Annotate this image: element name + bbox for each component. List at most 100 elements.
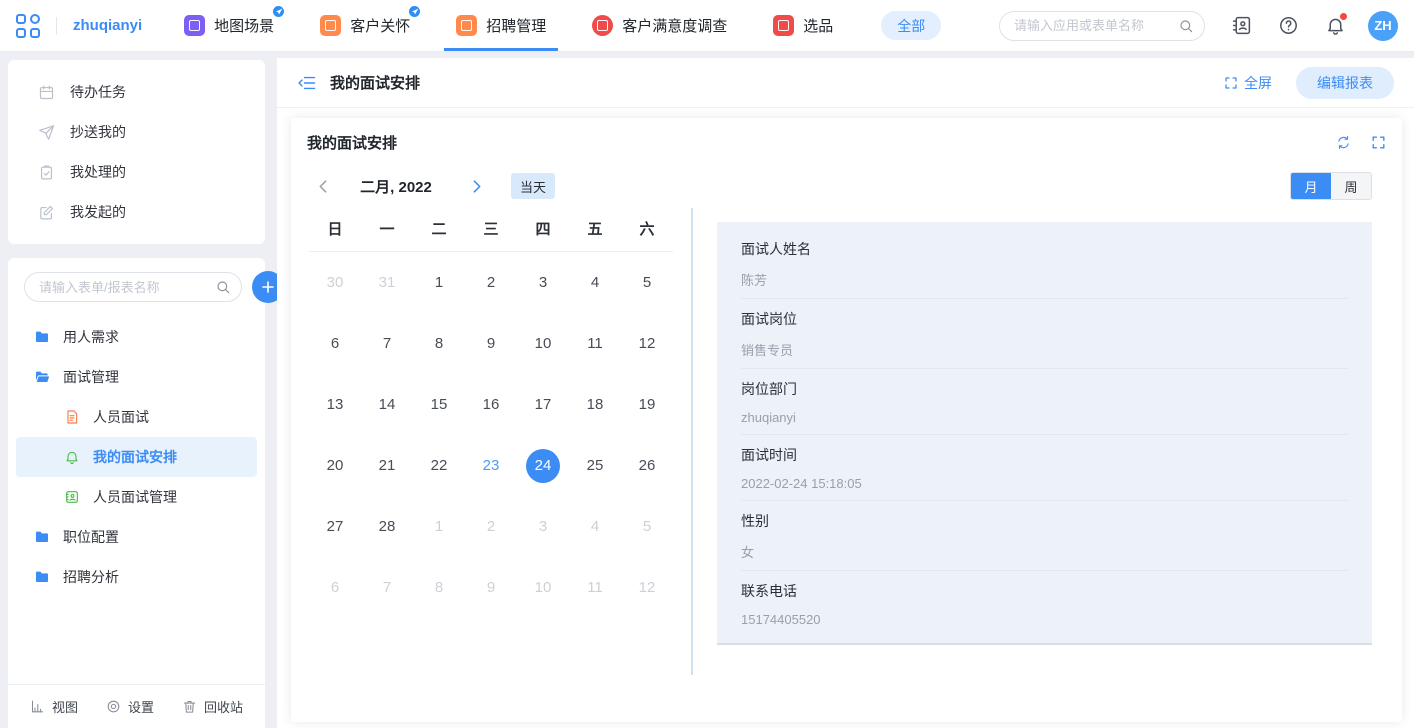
calendar-day[interactable]: 30 [309, 252, 361, 313]
all-apps-button[interactable]: 全部 [881, 11, 941, 40]
detail-field: 联系电话 15174405520 [741, 571, 1348, 636]
calendar-day[interactable]: 27 [309, 496, 361, 557]
calendar-day[interactable]: 5 [621, 496, 673, 557]
week-view-button[interactable]: 周 [1331, 173, 1371, 199]
plus-icon [260, 279, 276, 295]
month-view-button[interactable]: 月 [1291, 173, 1331, 199]
calendar-day[interactable]: 6 [309, 313, 361, 374]
app-tab[interactable]: 客户满意度调查 [592, 0, 727, 51]
calendar-day[interactable]: 2 [465, 496, 517, 557]
calendar-day[interactable]: 28 [361, 496, 413, 557]
expand-icon[interactable] [1371, 135, 1386, 150]
tree-item[interactable]: 面试管理 [16, 357, 257, 397]
page-shell: 待办任务 抄送我的 我处理的 我发起的 用人需求 面试管理 人员面试 [0, 52, 1414, 728]
calendar-day[interactable]: 26 [621, 435, 673, 496]
app-icon [592, 15, 613, 36]
notification-bell-icon[interactable] [1325, 15, 1346, 36]
calendar-body: 日一二三四五六 30311234567891011121314151617181… [307, 206, 1386, 708]
calendar-day[interactable]: 15 [413, 374, 465, 435]
sidebar-item[interactable]: 待办任务 [8, 72, 265, 112]
calendar-day[interactable]: 9 [465, 557, 517, 618]
fullscreen-button[interactable]: 全屏 [1224, 73, 1272, 93]
app-tab[interactable]: 地图场景 [184, 0, 274, 51]
help-icon[interactable] [1278, 15, 1299, 36]
app-tab-label: 客户满意度调查 [622, 15, 727, 36]
calendar-day[interactable]: 11 [569, 313, 621, 374]
footer-item[interactable]: 回收站 [182, 697, 243, 716]
calendar-day[interactable]: 6 [309, 557, 361, 618]
calendar-day[interactable]: 11 [569, 557, 621, 618]
calendar-day[interactable]: 2 [465, 252, 517, 313]
calendar-day[interactable]: 7 [361, 557, 413, 618]
calendar-day[interactable]: 1 [413, 252, 465, 313]
form-search [24, 272, 242, 302]
today-button[interactable]: 当天 [511, 173, 555, 199]
collapse-sidebar-icon[interactable] [297, 73, 317, 93]
calendar-day[interactable]: 16 [465, 374, 517, 435]
calendar-day[interactable]: 5 [621, 252, 673, 313]
app-grid-logo[interactable] [16, 14, 40, 38]
clipboard-check-icon [38, 164, 55, 181]
form-search-row [8, 258, 265, 313]
calendar-day[interactable]: 3 [517, 252, 569, 313]
calendar-day[interactable]: 25 [569, 435, 621, 496]
tree-item[interactable]: 我的面试安排 [16, 437, 257, 477]
app-tab[interactable]: 选品 [773, 0, 833, 51]
refresh-icon[interactable] [1336, 135, 1351, 150]
calendar-day[interactable]: 13 [309, 374, 361, 435]
sidebar-item[interactable]: 我处理的 [8, 152, 265, 192]
calendar-day[interactable]: 18 [569, 374, 621, 435]
app-tab[interactable]: 招聘管理 [456, 0, 546, 51]
tree-item[interactable]: 招聘分析 [16, 557, 257, 597]
footer-item[interactable]: 视图 [30, 697, 78, 716]
detail-field: 面试时间 2022-02-24 15:18:05 [741, 435, 1348, 501]
calendar-day[interactable]: 21 [361, 435, 413, 496]
detail-field-label: 面试时间 [741, 445, 1348, 465]
calendar-day[interactable]: 9 [465, 313, 517, 374]
workspace-name[interactable]: zhuqianyi [73, 17, 142, 34]
next-month-icon[interactable] [468, 178, 485, 195]
edit-report-button[interactable]: 编辑报表 [1296, 67, 1394, 99]
form-search-input[interactable] [39, 280, 215, 295]
calendar-day[interactable]: 20 [309, 435, 361, 496]
calendar-day[interactable]: 10 [517, 313, 569, 374]
calendar-day[interactable]: 31 [361, 252, 413, 313]
tree-item[interactable]: 用人需求 [16, 317, 257, 357]
app-tab[interactable]: 客户关怀 [320, 0, 410, 51]
calendar-day[interactable]: 4 [569, 252, 621, 313]
tree-item[interactable]: 职位配置 [16, 517, 257, 557]
calendar-day[interactable]: 22 [413, 435, 465, 496]
calendar-day[interactable]: 17 [517, 374, 569, 435]
weekday-header: 日一二三四五六 [309, 206, 673, 252]
tree-item[interactable]: 人员面试 [16, 397, 257, 437]
calendar-day[interactable]: 8 [413, 313, 465, 374]
calendar-day[interactable]: 4 [569, 496, 621, 557]
divider [56, 17, 57, 35]
search-icon[interactable] [215, 279, 231, 295]
calendar-day[interactable]: 10 [517, 557, 569, 618]
calendar-day[interactable]: 1 [413, 496, 465, 557]
avatar[interactable]: ZH [1368, 11, 1398, 41]
calendar-day[interactable]: 14 [361, 374, 413, 435]
trash-icon [182, 699, 197, 714]
calendar-day[interactable]: 23 [465, 435, 517, 496]
calendar-day[interactable]: 12 [621, 313, 673, 374]
calendar-day[interactable]: 12 [621, 557, 673, 618]
app-search-input[interactable] [1014, 18, 1178, 33]
folder-icon [34, 529, 50, 545]
prev-month-icon[interactable] [315, 178, 332, 195]
calendar-day[interactable]: 24 [517, 435, 569, 496]
detail-field-label: 面试岗位 [741, 309, 1348, 329]
search-icon[interactable] [1178, 18, 1194, 34]
sidebar-item[interactable]: 我发起的 [8, 192, 265, 232]
calendar-day[interactable]: 7 [361, 313, 413, 374]
tree-item[interactable]: 人员面试管理 [16, 477, 257, 517]
calendar-day[interactable]: 19 [621, 374, 673, 435]
calendar-day[interactable]: 8 [413, 557, 465, 618]
calendar-day[interactable]: 3 [517, 496, 569, 557]
detail-field-value: zhuqianyi [741, 410, 1348, 425]
view-toggle: 月 周 [1290, 172, 1372, 200]
footer-item[interactable]: 设置 [106, 697, 154, 716]
sidebar-item[interactable]: 抄送我的 [8, 112, 265, 152]
contacts-icon[interactable] [1231, 15, 1252, 36]
